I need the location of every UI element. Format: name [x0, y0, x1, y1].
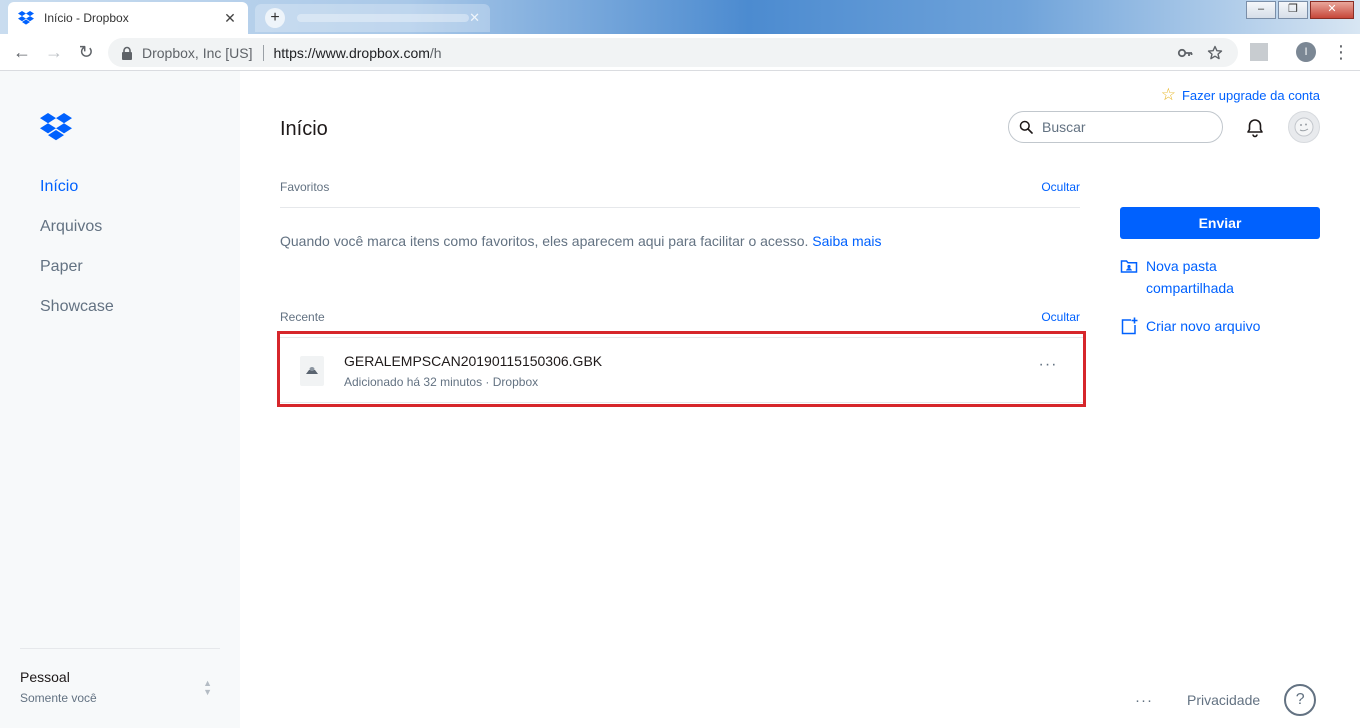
account-switcher[interactable]: Pessoal Somente você ▲ ▼	[20, 669, 220, 705]
new-shared-folder-link[interactable]: Nova pasta compartilhada	[1120, 255, 1320, 299]
main-content: ☆ Fazer upgrade da conta Início Favorito…	[240, 71, 1360, 728]
chevron-updown-icon: ▲ ▼	[203, 678, 212, 697]
page-title: Início	[280, 118, 328, 140]
favorites-message-text: Quando você marca itens como favoritos, …	[280, 233, 809, 249]
account-name: Pessoal	[20, 669, 70, 685]
learn-more-link[interactable]: Saiba mais	[812, 233, 881, 249]
forward-button[interactable]: →	[38, 36, 70, 68]
restore-button[interactable]: ❐	[1278, 1, 1308, 19]
favorites-empty-message: Quando você marca itens como favoritos, …	[280, 233, 882, 249]
new-shared-folder-line2: compartilhada	[1146, 280, 1234, 296]
close-window-button[interactable]: ✕	[1310, 1, 1354, 19]
new-shared-folder-label: Nova pasta compartilhada	[1146, 255, 1234, 299]
search-box[interactable]	[1008, 111, 1223, 143]
url-path: /h	[429, 44, 442, 61]
recent-heading: Recente	[280, 310, 325, 324]
site-identity: Dropbox, Inc [US]	[142, 44, 253, 61]
profile-avatar[interactable]: I	[1296, 42, 1316, 62]
upgrade-link[interactable]: ☆ Fazer upgrade da conta	[1161, 85, 1320, 105]
create-new-file-link[interactable]: Criar novo arquivo	[1120, 315, 1320, 337]
favorites-heading: Favoritos	[280, 180, 330, 194]
user-avatar[interactable]	[1288, 111, 1320, 143]
bookmark-star-icon[interactable]	[1204, 42, 1226, 64]
address-divider	[262, 44, 264, 61]
search-input[interactable]	[1042, 119, 1212, 135]
create-new-file-label: Criar novo arquivo	[1146, 318, 1261, 334]
new-file-icon	[1121, 317, 1138, 335]
tab-title-blurred	[297, 14, 470, 22]
sidebar: Início Arquivos Paper Showcase Pessoal S…	[0, 71, 240, 728]
sidebar-nav: Início Arquivos Paper Showcase	[40, 175, 114, 335]
sidebar-item-paper[interactable]: Paper	[40, 255, 114, 295]
back-button[interactable]: ←	[6, 36, 38, 68]
recent-hide-link[interactable]: Ocultar	[1041, 310, 1080, 324]
dropbox-favicon-icon	[18, 11, 34, 25]
browser-toolbar: ← → ↻ Dropbox, Inc [US] https://www.drop…	[0, 34, 1360, 71]
browser-tab-background[interactable]: + ✕	[255, 4, 490, 32]
tab-close-icon[interactable]: ✕	[222, 10, 238, 27]
footer-more-icon[interactable]: ···	[1135, 692, 1165, 709]
dropbox-logo-icon[interactable]	[40, 113, 72, 141]
sidebar-item-showcase[interactable]: Showcase	[40, 295, 114, 335]
lock-icon	[122, 46, 132, 60]
sidebar-item-arquivos[interactable]: Arquivos	[40, 215, 114, 255]
tab2-close-icon[interactable]: ✕	[469, 10, 480, 26]
avatar-face-icon	[1294, 117, 1314, 137]
url-text: https://www.dropbox.com/h	[274, 45, 1167, 61]
new-shared-folder-line1: Nova pasta	[1146, 258, 1217, 274]
favorites-header: Favoritos Ocultar	[280, 180, 1080, 194]
new-tab-icon[interactable]: +	[265, 8, 285, 28]
address-bar[interactable]: Dropbox, Inc [US] https://www.dropbox.co…	[108, 38, 1238, 67]
action-panel: Enviar Nova pasta compartilhada Criar nov…	[1120, 207, 1320, 337]
shared-folder-icon	[1120, 260, 1138, 273]
extension-icon[interactable]	[1250, 43, 1268, 61]
account-subtitle: Somente você	[20, 691, 97, 705]
favorites-hide-link[interactable]: Ocultar	[1041, 180, 1080, 194]
sidebar-item-inicio[interactable]: Início	[40, 175, 114, 215]
minimize-button[interactable]: –	[1246, 1, 1276, 19]
star-outline-icon: ☆	[1160, 85, 1176, 104]
key-icon[interactable]	[1174, 42, 1196, 64]
browser-tab-active[interactable]: Início - Dropbox ✕	[8, 2, 248, 34]
tab-title: Início - Dropbox	[44, 11, 129, 25]
browser-menu-icon[interactable]: ⋮	[1332, 41, 1350, 63]
help-icon[interactable]: ?	[1284, 684, 1317, 716]
upgrade-label: Fazer upgrade da conta	[1181, 87, 1320, 103]
sidebar-divider	[20, 648, 220, 649]
url-host: https://www.dropbox.com	[273, 44, 430, 61]
browser-titlebar: Início - Dropbox ✕ + ✕ – ❐ ✕	[0, 0, 1360, 34]
window-controls: – ❐ ✕	[1244, 1, 1354, 19]
privacy-link[interactable]: Privacidade	[1187, 692, 1260, 708]
highlight-box	[277, 331, 1086, 407]
recent-header: Recente Ocultar	[280, 310, 1080, 324]
footer: ··· Privacidade ?	[1135, 684, 1317, 716]
reload-button[interactable]: ↻	[70, 36, 102, 68]
notification-bell-icon[interactable]	[1244, 117, 1266, 139]
search-icon	[1019, 120, 1033, 134]
upload-button[interactable]: Enviar	[1120, 207, 1320, 239]
favorites-divider	[280, 207, 1080, 208]
